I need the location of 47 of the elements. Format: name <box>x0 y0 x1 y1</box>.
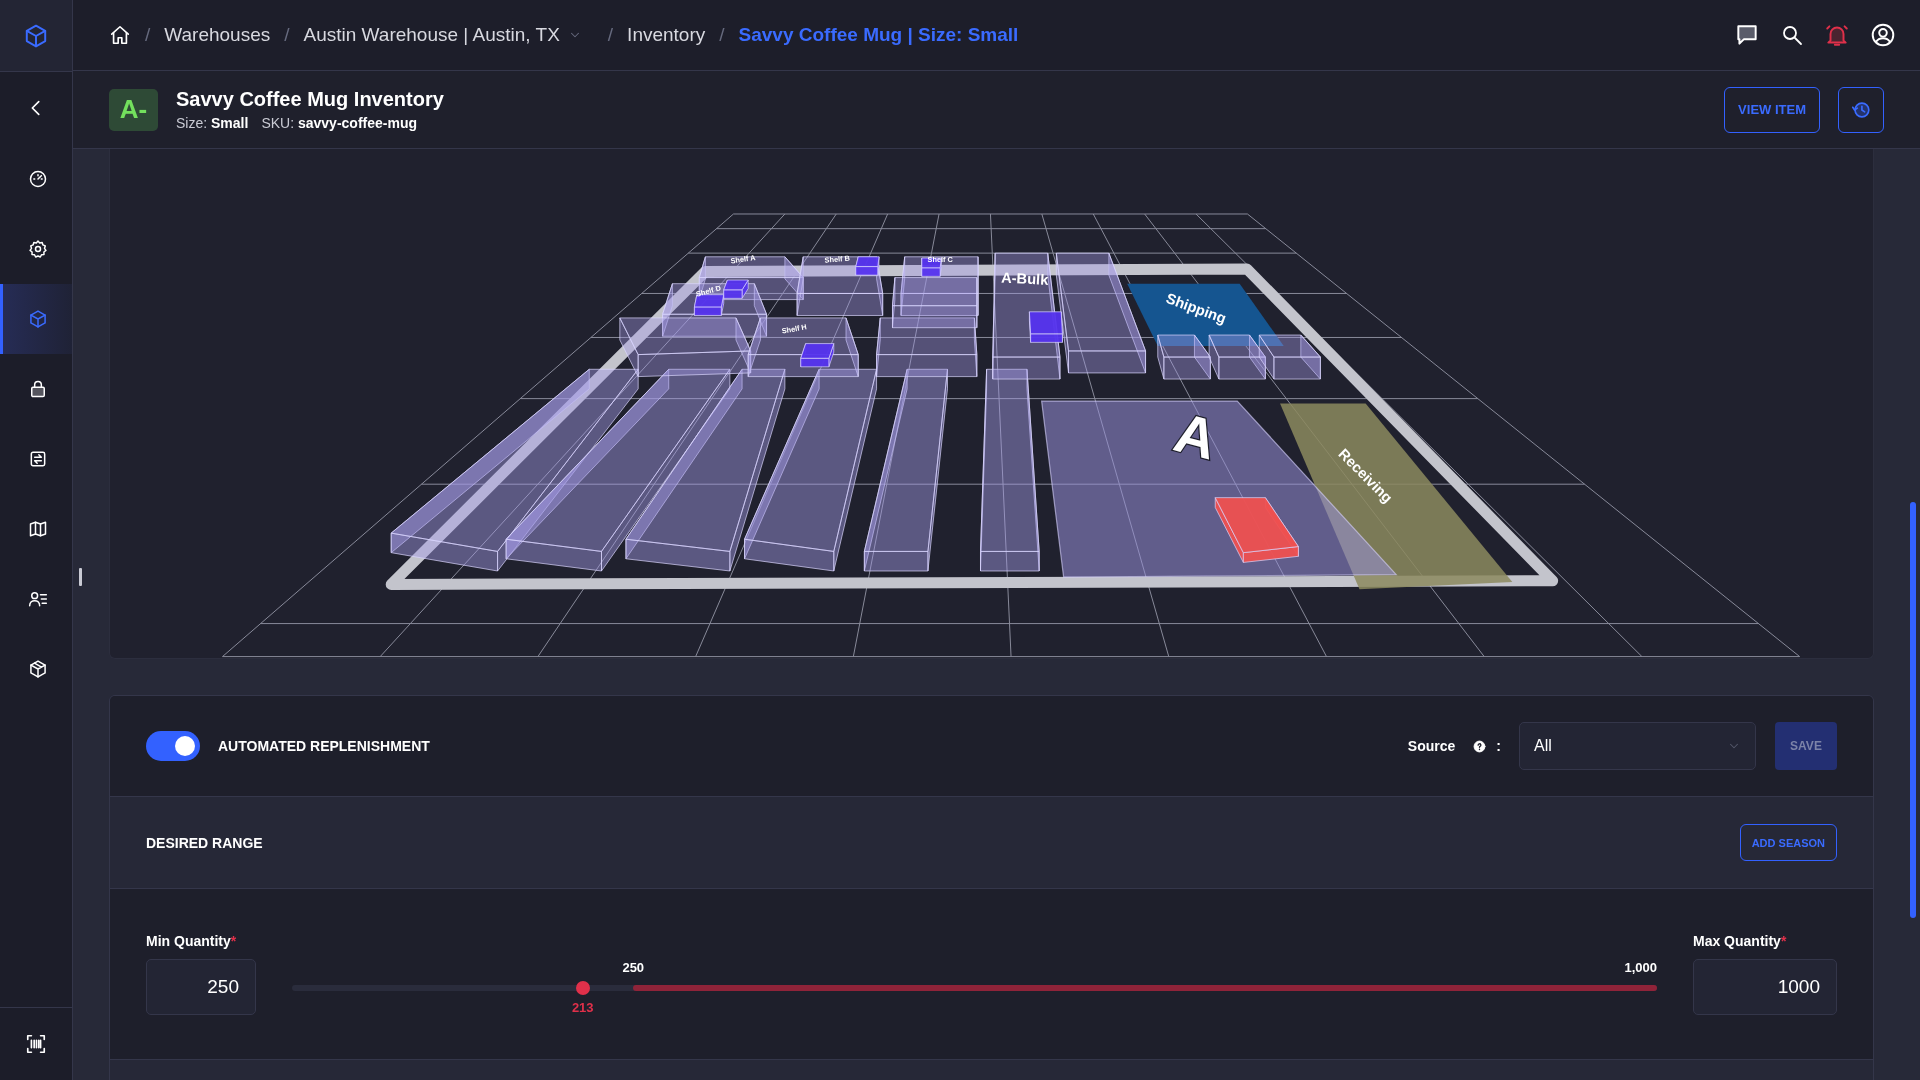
package-icon <box>27 659 48 679</box>
warehouse-3d-drawing[interactable] <box>385 252 1559 590</box>
bell-icon[interactable] <box>1824 22 1850 48</box>
zone-label: A-Bulk <box>1000 269 1049 288</box>
toggle-label: AUTOMATED REPLENISHMENT <box>218 738 430 754</box>
zone-marker-letter: A <box>1168 400 1224 472</box>
field-label: Min Quantity* <box>146 933 238 949</box>
search-icon[interactable] <box>1780 23 1804 47</box>
user-list-icon <box>27 589 48 609</box>
gauge-icon <box>27 169 48 189</box>
field-label: Max Quantity* <box>1693 933 1788 949</box>
breadcrumb-separator: / <box>145 24 151 46</box>
source-colon: : <box>1496 738 1501 754</box>
item-meta: Size: Small <box>176 115 249 131</box>
home-icon[interactable] <box>109 24 131 46</box>
breadcrumb-separator: / <box>607 24 614 46</box>
slider-value: 1,000 <box>1624 960 1657 975</box>
view-item-button[interactable]: VIEW ITEM <box>1724 86 1820 133</box>
breadcrumb-separator: / <box>719 24 725 46</box>
barcode-scan-icon[interactable] <box>25 1033 47 1055</box>
grade-badge: A- <box>109 88 158 131</box>
cube-logo-icon <box>23 22 49 49</box>
resize-handle[interactable] <box>79 568 82 586</box>
current-stock-value: 213 <box>571 1000 594 1015</box>
toggle-switch[interactable] <box>146 731 200 761</box>
section-title: DESIRED RANGE <box>146 834 263 851</box>
scrollbar-thumb[interactable] <box>1910 502 1916 918</box>
source-select[interactable]: All <box>1519 722 1756 770</box>
quantity-field[interactable]: 250 <box>146 959 256 1015</box>
chat-icon[interactable] <box>1734 22 1760 48</box>
map-icon <box>27 519 48 539</box>
page-title: Savvy Coffee Mug Inventory <box>176 88 444 111</box>
breadcrumb-link[interactable]: Savvy Coffee Mug | Size: Small <box>738 24 1019 46</box>
source-label: Source <box>1407 738 1456 754</box>
breadcrumb-link[interactable]: Austin Warehouse | Austin, TX <box>303 24 582 46</box>
history-button[interactable] <box>1838 86 1884 133</box>
breadcrumb-link[interactable]: Warehouses <box>164 24 271 46</box>
shelf-label: Shelf C <box>927 254 953 264</box>
help-icon[interactable] <box>1473 739 1487 753</box>
settings-icon <box>27 239 48 259</box>
user-icon[interactable] <box>1870 22 1896 48</box>
breadcrumb-link[interactable]: Inventory <box>627 24 706 46</box>
quantity-field[interactable]: 1000 <box>1693 959 1837 1015</box>
cube-icon <box>27 309 48 329</box>
item-meta: SKU: savvy-coffee-mug <box>261 115 417 131</box>
breadcrumb-separator: / <box>284 24 290 46</box>
slider-value: 250 <box>622 960 645 975</box>
